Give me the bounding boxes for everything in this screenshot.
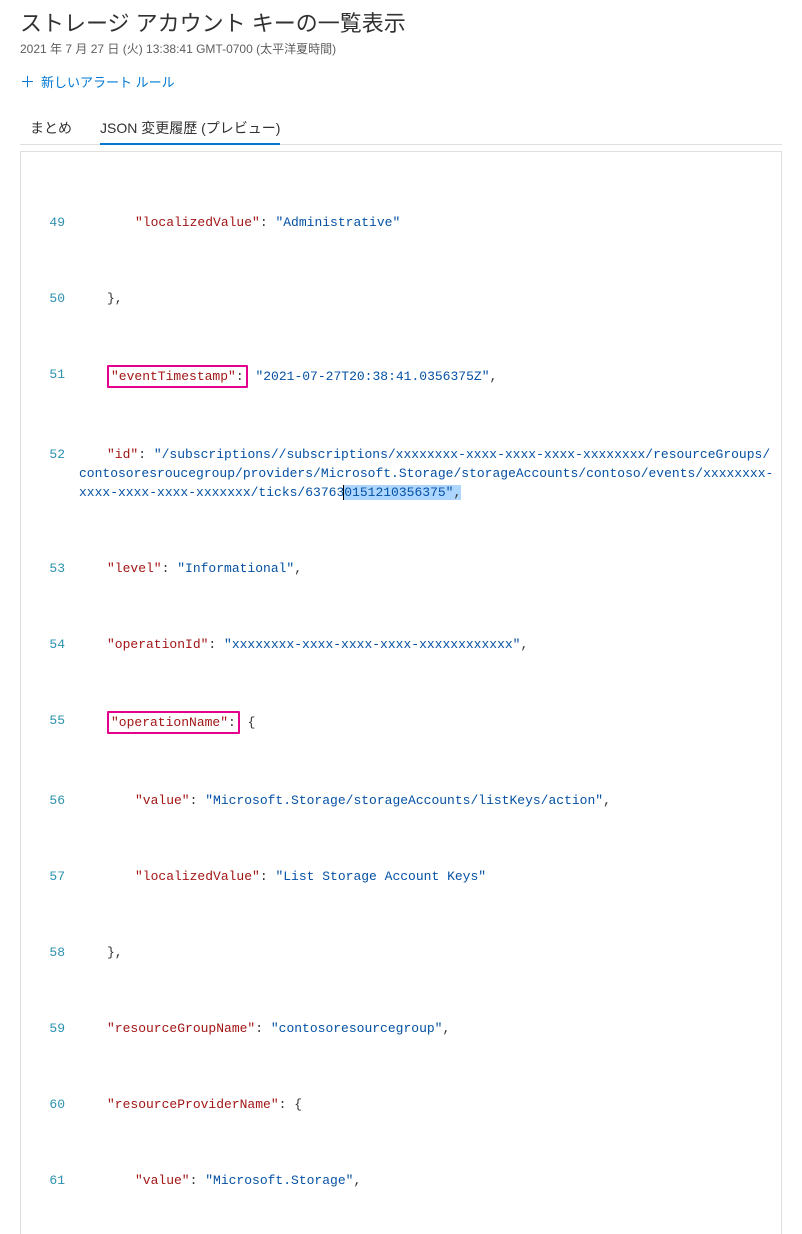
line-number: 51 xyxy=(21,365,79,384)
json-key: "level" xyxy=(107,561,162,576)
line-number: 59 xyxy=(21,1019,79,1038)
line-number: 60 xyxy=(21,1095,79,1114)
line-number: 53 xyxy=(21,559,79,578)
tab-json-history[interactable]: JSON 変更履歴 (プレビュー) xyxy=(100,112,280,144)
page-subtitle: 2021 年 7 月 27 日 (火) 13:38:41 GMT-0700 (太… xyxy=(20,40,782,57)
line-number: 54 xyxy=(21,635,79,654)
selection-highlight: 0151210356375" xyxy=(344,485,453,500)
json-key: "operationName" xyxy=(111,715,228,730)
json-key: "localizedValue" xyxy=(135,869,260,884)
line-number: 49 xyxy=(21,213,79,232)
new-alert-rule-label: 新しいアラート ルール xyxy=(41,72,175,91)
tab-bar: まとめ JSON 変更履歴 (プレビュー) xyxy=(20,112,782,145)
line-number: 50 xyxy=(21,289,79,308)
line-number: 52 xyxy=(21,445,79,464)
json-value: "2021-07-27T20:38:41.0356375Z" xyxy=(255,369,489,384)
json-value: "contosoresourcegroup" xyxy=(271,1021,443,1036)
line-number: 55 xyxy=(21,711,79,730)
page-title: ストレージ アカウント キーの一覧表示 xyxy=(20,6,782,38)
json-key: "operationId" xyxy=(107,637,208,652)
json-value: "Informational" xyxy=(177,561,294,576)
json-key: "value" xyxy=(135,1173,190,1188)
json-value: "List Storage Account Keys" xyxy=(275,869,486,884)
line-number: 58 xyxy=(21,943,79,962)
json-value: "Administrative" xyxy=(275,215,400,230)
json-key: "localizedValue" xyxy=(135,215,260,230)
json-value: "xxxxxxxx-xxxx-xxxx-xxxx-xxxxxxxxxxxx" xyxy=(224,637,520,652)
json-punct: }, xyxy=(107,945,123,960)
highlight-box-event-timestamp: "eventTimestamp": xyxy=(107,365,248,388)
line-number: 57 xyxy=(21,867,79,886)
line-number: 61 xyxy=(21,1171,79,1190)
json-key: "value" xyxy=(135,793,190,808)
plus-icon: ＋ xyxy=(20,71,35,92)
json-punct: }, xyxy=(107,291,123,306)
json-value: "/subscriptions//subscriptions/xxxxxxxx-… xyxy=(79,447,773,500)
json-key: "resourceGroupName" xyxy=(107,1021,255,1036)
new-alert-rule-button[interactable]: ＋ 新しいアラート ルール xyxy=(20,71,175,92)
json-key: "id" xyxy=(107,447,138,462)
json-key: "eventTimestamp" xyxy=(111,369,236,384)
line-number: 56 xyxy=(21,791,79,810)
tab-summary[interactable]: まとめ xyxy=(30,112,72,144)
json-key: "resourceProviderName" xyxy=(107,1097,279,1112)
json-value: "Microsoft.Storage" xyxy=(205,1173,353,1188)
json-value: "Microsoft.Storage/storageAccounts/listK… xyxy=(205,793,603,808)
json-viewer[interactable]: 49 "localizedValue": "Administrative" 50… xyxy=(20,151,782,1234)
highlight-box-operation-name: "operationName": xyxy=(107,711,240,734)
